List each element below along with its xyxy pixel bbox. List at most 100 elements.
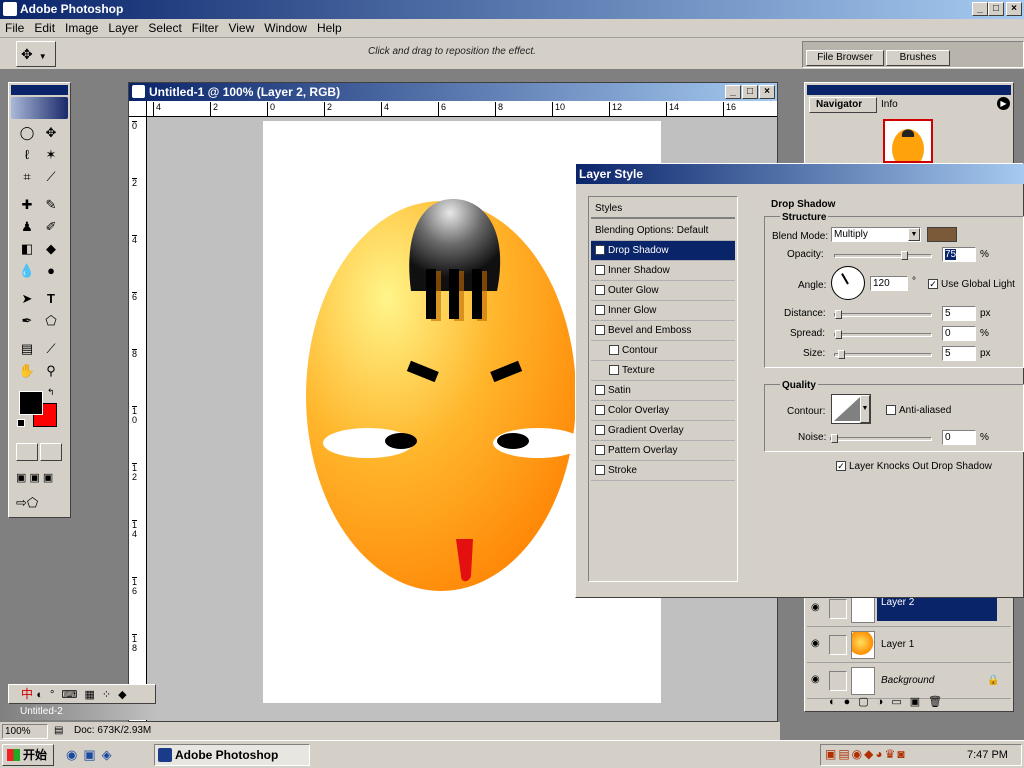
checkbox-icon[interactable]	[595, 425, 605, 436]
start-button[interactable]: 开始	[2, 744, 54, 766]
layer-link-box[interactable]	[829, 599, 847, 619]
spread-slider[interactable]	[834, 330, 932, 339]
size-slider[interactable]	[834, 350, 932, 359]
healing-brush-tool-icon[interactable]: ✚	[16, 195, 38, 215]
menu-item-image[interactable]: Image	[60, 19, 103, 37]
menu-item-window[interactable]: Window	[259, 19, 312, 37]
layer-link-box[interactable]	[829, 635, 847, 655]
brush-tool-icon[interactable]: ✎	[40, 195, 62, 215]
doc-minimize-button[interactable]: _	[725, 85, 741, 99]
contour-picker[interactable]: ▼	[831, 394, 871, 424]
navigator-thumbnail[interactable]	[883, 119, 933, 163]
size-field[interactable]: 5	[942, 346, 976, 361]
layer-row[interactable]: ◉ Layer 2	[807, 593, 1011, 627]
swap-colors-icon[interactable]: ↰	[47, 387, 55, 398]
menu-item-select[interactable]: Select	[143, 19, 186, 37]
hand-tool-icon[interactable]: ✋	[16, 361, 38, 381]
tool-preset-picker[interactable]: ✥ ▼	[16, 41, 56, 67]
adobe-online-icon[interactable]	[11, 97, 68, 119]
type-tool-icon[interactable]: T	[40, 289, 62, 309]
noise-field[interactable]: 0	[942, 430, 976, 445]
checkbox-icon[interactable]	[595, 305, 605, 316]
quick-launch-icons[interactable]: ◉▣◈	[66, 747, 118, 763]
move-tool-icon[interactable]: ✥	[40, 123, 62, 143]
angle-field[interactable]: 120	[870, 276, 908, 291]
menu-item-filter[interactable]: Filter	[187, 19, 224, 37]
zoom-tool-icon[interactable]: ⚲	[40, 361, 62, 381]
paint-bucket-tool-icon[interactable]: ◆	[40, 239, 62, 259]
distance-slider-thumb[interactable]	[835, 310, 842, 319]
eye-icon[interactable]: ◉	[811, 674, 820, 685]
jump-to-imageready-icon[interactable]: ⇨⬠	[16, 495, 66, 513]
menu-item-view[interactable]: View	[223, 19, 259, 37]
style-item-drop-shadow[interactable]: ✓ Drop Shadow	[591, 241, 735, 261]
checkbox-icon[interactable]	[595, 445, 605, 456]
quick-mask-mode-icon[interactable]	[40, 443, 62, 461]
slice-tool-icon[interactable]: ⟋	[40, 167, 62, 187]
layer-link-box[interactable]	[829, 671, 847, 691]
knocks-out-checkbox[interactable]: ✓ Layer Knocks Out Drop Shadow	[836, 460, 992, 472]
eraser-tool-icon[interactable]: ◧	[16, 239, 38, 259]
tab-brushes[interactable]: Brushes	[886, 50, 950, 66]
lasso-tool-icon[interactable]: ℓ	[16, 145, 38, 165]
tray-icons[interactable]: ▣▤◉◆◕♛◙	[825, 747, 907, 761]
spread-slider-thumb[interactable]	[835, 330, 842, 339]
spread-field[interactable]: 0	[942, 326, 976, 341]
checkbox-icon[interactable]	[595, 385, 605, 396]
doc-info-icon[interactable]: ▤	[54, 725, 63, 736]
opacity-slider[interactable]	[834, 251, 932, 260]
standard-mode-icon[interactable]	[16, 443, 38, 461]
eye-icon[interactable]: ◉	[811, 638, 820, 649]
size-slider-thumb[interactable]	[837, 350, 845, 359]
checkbox-icon[interactable]	[595, 265, 605, 276]
global-light-checkbox[interactable]: ✓ Use Global Light	[928, 278, 1015, 290]
menu-item-layer[interactable]: Layer	[103, 19, 143, 37]
style-item-stroke[interactable]: Stroke	[591, 461, 735, 481]
style-item-inner-shadow[interactable]: Inner Shadow	[591, 261, 735, 281]
menu-item-file[interactable]: File	[0, 19, 29, 37]
taskbar-item-photoshop[interactable]: Adobe Photoshop	[154, 744, 310, 766]
style-item-gradient-overlay[interactable]: Gradient Overlay	[591, 421, 735, 441]
blend-mode-select[interactable]: Multiply ▼	[831, 227, 921, 242]
stamp-tool-icon[interactable]: ♟	[16, 217, 38, 237]
ime-toolbar[interactable]: 中 ◐ ° ⌨ ▦ ⁘ ◆	[8, 684, 156, 704]
styles-header[interactable]: Styles	[591, 199, 735, 219]
checkbox-icon[interactable]	[595, 285, 605, 296]
style-item-color-overlay[interactable]: Color Overlay	[591, 401, 735, 421]
style-item-satin[interactable]: Satin	[591, 381, 735, 401]
layer-row[interactable]: ◉ Layer 1	[807, 629, 1011, 663]
checkbox-icon[interactable]	[595, 325, 605, 336]
checkbox-icon[interactable]	[609, 365, 619, 376]
checkbox-icon[interactable]	[595, 465, 605, 476]
checkbox-icon[interactable]	[609, 345, 619, 356]
crop-tool-icon[interactable]: ⌗	[16, 167, 38, 187]
ruler-origin[interactable]	[129, 101, 147, 117]
pen-tool-icon[interactable]: ✒	[16, 311, 38, 331]
noise-slider-thumb[interactable]	[831, 434, 838, 443]
dodge-tool-icon[interactable]: ●	[40, 261, 62, 281]
distance-field[interactable]: 5	[942, 306, 976, 321]
style-item-inner-glow[interactable]: Inner Glow	[591, 301, 735, 321]
blur-tool-icon[interactable]: 💧	[16, 261, 38, 281]
doc-maximize-button[interactable]: □	[742, 85, 758, 99]
opacity-slider-thumb[interactable]	[901, 251, 908, 260]
path-select-tool-icon[interactable]: ➤	[16, 289, 38, 309]
blending-options-item[interactable]: Blending Options: Default	[591, 221, 735, 241]
history-brush-tool-icon[interactable]: ✐	[40, 217, 62, 237]
opacity-field[interactable]: 75	[942, 247, 976, 262]
tab-navigator[interactable]: Navigator	[809, 97, 877, 113]
distance-slider[interactable]	[834, 310, 932, 319]
menu-item-edit[interactable]: Edit	[29, 19, 60, 37]
style-item-pattern-overlay[interactable]: Pattern Overlay	[591, 441, 735, 461]
checkbox-icon[interactable]	[595, 405, 605, 416]
checkbox-icon[interactable]: ✓	[595, 245, 605, 256]
shadow-color-swatch[interactable]	[927, 227, 957, 242]
zoom-field[interactable]: 100%	[2, 724, 48, 739]
style-item-bevel-and-emboss[interactable]: Bevel and Emboss	[591, 321, 735, 341]
panel-menu-icon[interactable]: ▶	[997, 97, 1010, 110]
shape-tool-icon[interactable]: ⬠	[40, 311, 62, 331]
angle-dial[interactable]	[831, 266, 865, 300]
magic-wand-tool-icon[interactable]: ✶	[40, 145, 62, 165]
menu-item-help[interactable]: Help	[312, 19, 347, 37]
style-item-outer-glow[interactable]: Outer Glow	[591, 281, 735, 301]
